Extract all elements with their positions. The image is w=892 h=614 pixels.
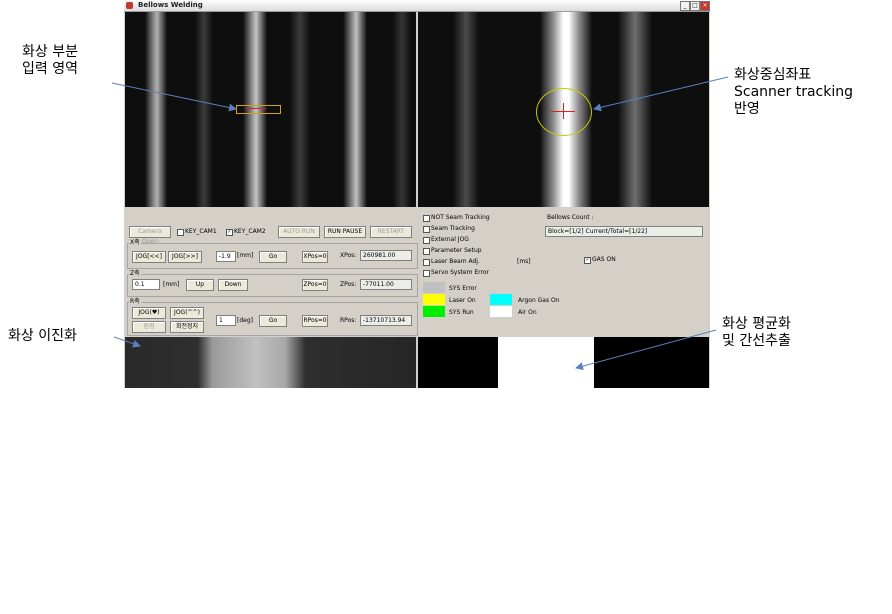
restart-button[interactable]: RESTART (370, 226, 412, 238)
center-coords-annotation-line1: 화상중심좌표 (734, 67, 812, 83)
gas-on-label: GAS ON (592, 256, 616, 263)
key-cam1-label: KEY_CAM1 (185, 228, 217, 235)
z-zero-button[interactable]: ZPos=0 (302, 279, 328, 291)
camera1-view (125, 12, 416, 207)
key-cam2-checkbox[interactable]: ✓ (226, 229, 233, 236)
roi-marker (246, 108, 266, 109)
external-jog-checkbox[interactable] (423, 237, 430, 244)
center-coords-annotation-line2: Scanner tracking (734, 84, 854, 100)
averaged-image-view (418, 337, 709, 388)
title-bar: Bellows Welding _ □ × (124, 0, 710, 12)
parameter-setup-checkbox[interactable] (423, 248, 430, 255)
argon-gas-on-label: Argon Gas On (518, 297, 560, 304)
laser-beam-adj-label: Laser Beam Adj. (431, 258, 480, 265)
argon-gas-on-indicator (490, 294, 512, 305)
r-axis-heading: R축 (129, 297, 141, 306)
x-jog-right-button[interactable]: JOG[>>] (168, 251, 202, 263)
sys-run-label: SYS Run (449, 309, 474, 316)
average-annotation-line1: 화상 평균화 (722, 316, 791, 332)
sys-run-indicator (423, 306, 445, 317)
maximize-button[interactable]: □ (690, 1, 700, 11)
averaged-edge-band (498, 337, 594, 388)
app-window: Bellows Welding _ □ × Camera Open KEY_CA… (124, 0, 710, 388)
laser-beam-adj-checkbox[interactable] (423, 259, 430, 266)
z-pos-value: -77011.00 (360, 279, 412, 290)
camera-open-button[interactable]: Camera Open (129, 226, 171, 245)
auto-run-button[interactable]: AUTO RUN (278, 226, 320, 238)
r-unit-label: [deg] (237, 317, 253, 324)
z-step-input[interactable]: 0.1 (132, 279, 160, 290)
close-button[interactable]: × (700, 1, 710, 11)
z-up-button[interactable]: Up (186, 279, 214, 291)
r-rotate-stop-button[interactable]: 회전정지 (170, 321, 204, 333)
center-coords-annotation: 화상중심좌표 Scanner tracking 반영 (734, 67, 853, 118)
input-region-annotation-line1: 화상 부분 (22, 44, 78, 60)
input-region-annotation-line2: 입력 영역 (22, 61, 78, 77)
x-pos-label: XPos: (340, 252, 357, 259)
minimize-button[interactable]: _ (680, 1, 690, 11)
x-pos-value: 260981.00 (360, 250, 412, 261)
binarize-annotation: 화상 이진화 (8, 328, 77, 344)
r-step-input[interactable]: 1 (216, 315, 236, 326)
sys-error-label: SYS Error (449, 285, 477, 292)
key-cam2-label: KEY_CAM2 (234, 228, 266, 235)
servo-system-error-checkbox[interactable] (423, 270, 430, 277)
r-pos-value: -13710713.94 (360, 315, 412, 326)
camera2-view (418, 12, 709, 207)
r-go-button[interactable]: Go (259, 315, 287, 327)
tracking-crosshair-v (563, 103, 564, 119)
input-region-annotation: 화상 부분 입력 영역 (22, 44, 78, 78)
not-seam-tracking-checkbox[interactable] (423, 215, 430, 222)
tracking-circle (536, 88, 592, 136)
average-annotation: 화상 평균화 및 간선추출 (722, 316, 791, 350)
z-unit-label: [mm] (163, 281, 180, 288)
bellows-count-label: Bellows Count : (547, 214, 594, 221)
laser-on-label: Laser On (449, 297, 476, 304)
z-down-button[interactable]: Down (218, 279, 248, 291)
external-jog-label: External JOG (431, 236, 469, 243)
gas-on-checkbox[interactable]: ✓ (584, 257, 591, 264)
air-on-indicator (490, 306, 512, 317)
app-icon (126, 2, 133, 9)
laser-on-indicator (423, 294, 445, 305)
r-pos-label: RPos: (340, 317, 357, 324)
x-step-input[interactable]: -1.9 (216, 251, 236, 262)
seam-tracking-checkbox[interactable] (423, 226, 430, 233)
seam-tracking-label: Seam Tracking (431, 225, 475, 232)
r-zero-button[interactable]: RPos=0 (302, 315, 328, 327)
sys-error-indicator (423, 282, 445, 293)
x-unit-label: [mm] (237, 252, 254, 259)
parameter-setup-label: Parameter Setup (431, 247, 482, 254)
bellows-count-value: Block=[1/2] Current/Total=[1/22] (545, 226, 703, 237)
servo-system-error-label: Servo System Error (431, 269, 490, 276)
ms-unit-label: [ms] (517, 258, 531, 265)
x-go-button[interactable]: Go (259, 251, 287, 263)
window-title: Bellows Welding (138, 1, 203, 9)
r-jog-ccw-button[interactable]: JOG(^^) (170, 307, 204, 319)
roi-box[interactable] (236, 105, 281, 114)
center-coords-annotation-line3: 반영 (734, 101, 760, 117)
r-jog-cw-button[interactable]: JOG(♥) (132, 307, 166, 319)
z-axis-heading: Z축 (129, 269, 141, 278)
r-origin-button[interactable]: 원점 (132, 321, 166, 333)
key-cam1-checkbox[interactable] (177, 229, 184, 236)
not-seam-tracking-label: NOT Seam Tracking (431, 214, 490, 221)
average-annotation-line2: 및 간선추출 (722, 333, 791, 349)
x-jog-left-button[interactable]: JOG[<<] (132, 251, 166, 263)
x-axis-heading: X축 (129, 238, 141, 247)
x-zero-button[interactable]: XPos=0 (302, 251, 328, 263)
air-on-label: Air On (518, 309, 537, 316)
run-pause-button[interactable]: RUN PAUSE (324, 226, 366, 238)
z-pos-label: ZPos: (340, 281, 357, 288)
binarized-image-view (125, 337, 416, 388)
